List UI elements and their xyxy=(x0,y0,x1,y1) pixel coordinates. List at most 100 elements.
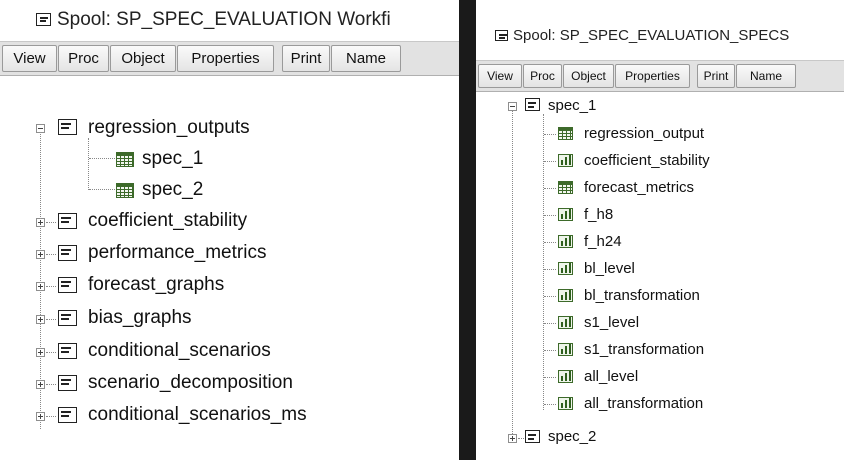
right-window-title: Spool: SP_SPEC_EVALUATION_SPECS xyxy=(513,27,790,44)
spool-window-icon xyxy=(36,13,51,26)
tree-item-label: s1_transformation xyxy=(584,341,705,358)
tree-connector xyxy=(518,438,524,439)
tree-item-coefficient-stability[interactable]: coefficient_stability xyxy=(0,210,440,232)
left-window-titlebar[interactable]: Spool: SP_SPEC_EVALUATION Workfi xyxy=(0,0,459,40)
table-icon xyxy=(116,152,134,167)
tree-item-label: forecast_metrics xyxy=(584,179,695,196)
tree-item-label: all_level xyxy=(584,368,639,385)
print-button[interactable]: Print xyxy=(697,64,735,88)
graph-icon xyxy=(558,289,573,302)
tree-connector xyxy=(544,215,556,216)
tree-connector xyxy=(544,161,556,162)
spool-icon xyxy=(58,213,77,229)
tree-connector xyxy=(46,254,56,255)
expand-toggle[interactable] xyxy=(36,218,45,227)
tree-item-spec-2[interactable]: spec_2 xyxy=(476,426,836,448)
expand-toggle[interactable] xyxy=(36,348,45,357)
graph-icon xyxy=(558,343,573,356)
tree-item-forecast-metrics[interactable]: forecast_metrics xyxy=(476,177,836,199)
tree-connector xyxy=(46,286,56,287)
tree-item-label: scenario_decomposition xyxy=(88,372,293,393)
object-button[interactable]: Object xyxy=(563,64,614,88)
tree-connector xyxy=(46,384,56,385)
tree-item-f-h8[interactable]: f_h8 xyxy=(476,204,836,226)
tree-item-label: spec_2 xyxy=(548,428,597,445)
properties-button[interactable]: Properties xyxy=(177,45,274,72)
graph-icon xyxy=(558,262,573,275)
left-spool-window: Spool: SP_SPEC_EVALUATION Workfi View Pr… xyxy=(0,0,459,460)
name-button[interactable]: Name xyxy=(331,45,401,72)
expand-toggle[interactable] xyxy=(36,250,45,259)
left-toolbar: View Proc Object Properties Print Name xyxy=(0,41,459,76)
collapse-toggle[interactable] xyxy=(508,102,517,111)
properties-button[interactable]: Properties xyxy=(615,64,690,88)
tree-item-label: f_h8 xyxy=(584,206,614,223)
graph-icon xyxy=(558,316,573,329)
tree-item-all-transformation[interactable]: all_transformation xyxy=(476,393,836,415)
tree-item-spec-1[interactable]: spec_1 xyxy=(0,148,440,170)
tree-item-forecast-graphs[interactable]: forecast_graphs xyxy=(0,274,440,296)
tree-item-label: conditional_scenarios xyxy=(88,340,271,361)
spool-icon xyxy=(58,343,77,359)
tree-connector xyxy=(46,352,56,353)
tree-connector xyxy=(544,296,556,297)
tree-item-scenario-decomposition[interactable]: scenario_decomposition xyxy=(0,372,440,394)
expand-toggle[interactable] xyxy=(36,412,45,421)
tree-item-spec-2[interactable]: spec_2 xyxy=(0,179,440,201)
tree-item-label: bias_graphs xyxy=(88,307,192,328)
tree-item-s1-level[interactable]: s1_level xyxy=(476,312,836,334)
view-button[interactable]: View xyxy=(2,45,57,72)
tree-connector xyxy=(544,188,556,189)
tree-connector xyxy=(46,319,56,320)
tree-item-s1-transformation[interactable]: s1_transformation xyxy=(476,339,836,361)
tree-item-label: spec_1 xyxy=(142,148,204,169)
spool-icon xyxy=(58,407,77,423)
tree-item-regression-outputs[interactable]: regression_outputs xyxy=(0,117,440,139)
expand-toggle[interactable] xyxy=(508,434,517,443)
name-button[interactable]: Name xyxy=(736,64,796,88)
right-window-titlebar[interactable]: Spool: SP_SPEC_EVALUATION_SPECS xyxy=(476,0,844,44)
tree-item-f-h24[interactable]: f_h24 xyxy=(476,231,836,253)
tree-item-bl-level[interactable]: bl_level xyxy=(476,258,836,280)
tree-item-regression-output[interactable]: regression_output xyxy=(476,123,836,145)
tree-item-conditional-scenarios-ms[interactable]: conditional_scenarios_ms xyxy=(0,404,440,426)
spool-icon xyxy=(525,430,540,443)
graph-icon xyxy=(558,397,573,410)
tree-item-label: coefficient_stability xyxy=(584,152,710,169)
tree-item-label: conditional_scenarios_ms xyxy=(88,404,307,425)
tree-item-conditional-scenarios[interactable]: conditional_scenarios xyxy=(0,340,440,362)
graph-icon xyxy=(558,154,573,167)
tree-item-bl-transformation[interactable]: bl_transformation xyxy=(476,285,836,307)
tree-connector xyxy=(544,242,556,243)
right-spool-window: Spool: SP_SPEC_EVALUATION_SPECS View Pro… xyxy=(476,0,844,460)
tree-item-label: spec_2 xyxy=(142,179,204,200)
proc-button[interactable]: Proc xyxy=(58,45,109,72)
tree-connector xyxy=(544,377,556,378)
tree-item-coefficient-stability[interactable]: coefficient_stability xyxy=(476,150,836,172)
left-window-title: Spool: SP_SPEC_EVALUATION Workfi xyxy=(57,9,391,30)
tree-connector xyxy=(46,416,56,417)
spool-icon xyxy=(58,375,77,391)
expand-toggle[interactable] xyxy=(36,315,45,324)
tree-connector xyxy=(46,222,56,223)
tree-item-label: s1_level xyxy=(584,314,640,331)
spool-icon xyxy=(58,245,77,261)
object-button[interactable]: Object xyxy=(110,45,176,72)
view-button[interactable]: View xyxy=(478,64,522,88)
tree-item-all-level[interactable]: all_level xyxy=(476,366,836,388)
tree-item-label: performance_metrics xyxy=(88,242,267,263)
print-button[interactable]: Print xyxy=(282,45,330,72)
tree-item-bias-graphs[interactable]: bias_graphs xyxy=(0,307,440,329)
expand-toggle[interactable] xyxy=(36,380,45,389)
expand-toggle[interactable] xyxy=(36,282,45,291)
proc-button[interactable]: Proc xyxy=(523,64,562,88)
tree-item-label: bl_transformation xyxy=(584,287,700,304)
tree-item-performance-metrics[interactable]: performance_metrics xyxy=(0,242,440,264)
tree-item-label: regression_outputs xyxy=(88,117,250,138)
table-icon xyxy=(116,183,134,198)
table-icon xyxy=(558,181,573,194)
right-toolbar: View Proc Object Properties Print Name xyxy=(476,60,844,92)
tree-connector xyxy=(544,350,556,351)
tree-item-spec-1[interactable]: spec_1 xyxy=(476,95,836,117)
collapse-toggle[interactable] xyxy=(36,124,45,133)
